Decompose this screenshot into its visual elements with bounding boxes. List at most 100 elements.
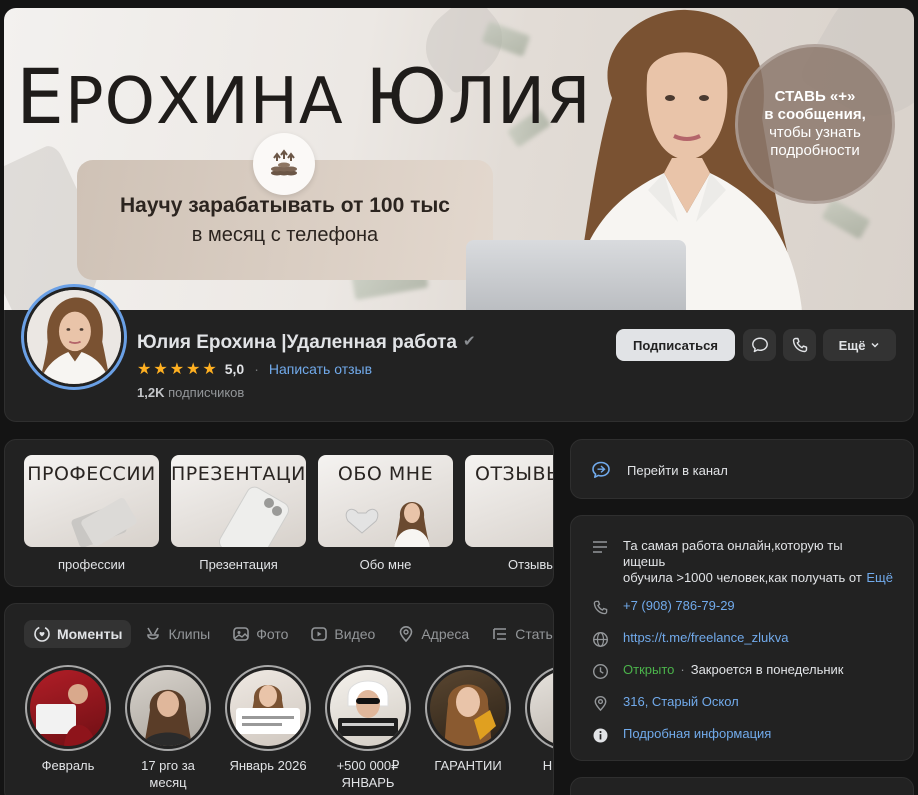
- menu-thumbnail: ОТЗЫВЫ: [465, 455, 553, 547]
- website-link[interactable]: https://t.me/freelance_zlukva: [623, 630, 788, 646]
- more-button-label: Ещё: [838, 337, 866, 353]
- cover-title-initial: Е: [16, 52, 66, 141]
- story-item[interactable]: Январь 2026: [225, 665, 311, 774]
- menu-item-label: профессии: [58, 557, 125, 572]
- story-image: [36, 684, 96, 746]
- story-item[interactable]: Февраль: [25, 665, 111, 774]
- profile-name-text: Юлия Ерохина |Удаленная работа: [137, 332, 457, 353]
- tab-addresses[interactable]: Адреса: [388, 620, 478, 648]
- subscribers-count[interactable]: 1,2K подписчиков: [137, 385, 244, 400]
- story-thumbnail: [330, 670, 406, 746]
- star-icon: ★: [137, 361, 152, 378]
- cover-title: ЕРОХИНА ЮЛИЯ: [16, 52, 592, 141]
- phone-icon: [591, 598, 609, 616]
- menu-thumb-image: [71, 497, 137, 547]
- star-icon: ★: [153, 361, 168, 378]
- chevron-down-icon: [871, 342, 879, 348]
- location-icon: [591, 694, 609, 712]
- cta-line: в сообщения,: [764, 106, 866, 123]
- content-tabs: Моменты Клипы Фото Видео Адреса Статьи: [24, 620, 553, 648]
- check-icon: ✔: [462, 333, 476, 350]
- menu-thumb-image: [219, 486, 289, 547]
- address-row[interactable]: 316, Старый Оскол: [591, 694, 739, 712]
- menu-item-label: Презентация: [199, 557, 278, 572]
- description-line: Та самая работа онлайн,которую ты: [623, 538, 843, 553]
- tab-label: Статьи: [515, 626, 553, 642]
- story-label: 17 рго за месяц: [141, 758, 195, 790]
- cta-line: СТАВЬ «+»: [774, 88, 856, 105]
- channel-card[interactable]: Перейти в канал: [570, 439, 914, 499]
- menu-item-reviews[interactable]: ОТЗЫВЫ Отзывы: [465, 455, 554, 572]
- tab-photo[interactable]: Фото: [223, 620, 297, 648]
- rating-value: 5,0: [224, 361, 245, 377]
- rating-row: ★ ★ ★ ★ ★ 5,0 · Написать отзыв: [137, 359, 372, 379]
- subscribe-button[interactable]: Подписаться: [616, 329, 735, 361]
- community-page: ЕРОХИНА ЮЛИЯ Научу зарабатывать от 100 т…: [0, 0, 918, 795]
- star-icon: ★: [202, 361, 217, 378]
- menu-item-presentation[interactable]: ПРЕЗЕНТАЦИЯ Презентация: [171, 455, 306, 572]
- write-review-link[interactable]: Написать отзыв: [269, 361, 372, 377]
- message-button[interactable]: [743, 329, 776, 361]
- menu-item-label: Обо мне: [359, 557, 412, 572]
- menu-thumb-title: ОТЗЫВЫ: [475, 463, 553, 485]
- articles-icon: [493, 628, 507, 640]
- channel-label: Перейти в канал: [627, 462, 728, 478]
- menu-item-professions[interactable]: ПРОФЕССИИ профессии: [24, 455, 159, 572]
- details-row[interactable]: Подробная информация: [591, 726, 771, 744]
- subscribers-number: 1,2K: [137, 385, 165, 400]
- globe-icon: [591, 630, 609, 648]
- story-thumbnail: [430, 670, 506, 746]
- story-label: Февраль: [41, 758, 95, 773]
- tab-clips[interactable]: Клипы: [135, 620, 219, 648]
- story-item[interactable]: 17 рго за месяц: [125, 665, 211, 791]
- story-image: [338, 680, 398, 736]
- call-button[interactable]: [783, 329, 816, 361]
- description-line: обучила >1000 человек,как получать от: [623, 570, 862, 585]
- more-button[interactable]: Ещё: [823, 329, 896, 361]
- menu-item-about[interactable]: ОБО МНЕ Обо мне: [318, 455, 453, 572]
- story-label: Н... же...: [542, 758, 553, 773]
- moments-icon: [34, 626, 50, 642]
- menu-thumbnail: ПРОФЕССИИ: [24, 455, 159, 547]
- description-line: ищешь: [623, 554, 666, 569]
- cta-line: чтобы узнать: [769, 124, 861, 141]
- message-icon: [751, 337, 768, 353]
- video-icon: [311, 627, 328, 641]
- cta-line: подробности: [770, 142, 860, 159]
- tab-label: Адреса: [421, 626, 470, 642]
- phone-link[interactable]: +7 (908) 786-79-29: [623, 598, 735, 614]
- menu-item-label: Отзывы: [508, 557, 554, 572]
- profile-name: Юлия Ерохина |Удаленная работа ✔: [137, 332, 476, 354]
- story-item[interactable]: Н... же...: [525, 665, 553, 774]
- separator-dot: ·: [680, 662, 685, 677]
- description-more-link[interactable]: Ещё: [862, 570, 893, 586]
- subscribers-label: подписчиков: [168, 385, 245, 400]
- phone-row[interactable]: +7 (908) 786-79-29: [591, 598, 735, 616]
- story-label: ГАРАНТИИ: [434, 758, 502, 773]
- tab-moments[interactable]: Моменты: [24, 620, 132, 648]
- go-to-channel[interactable]: Перейти в канал: [591, 460, 728, 480]
- description-row: Та самая работа онлайн,которую ты ищешь …: [591, 538, 893, 586]
- menu-thumbnail: ПРЕЗЕНТАЦИЯ: [171, 455, 306, 547]
- content-tabs-section: Моменты Клипы Фото Видео Адреса Статьи: [4, 603, 554, 795]
- description-text: Та самая работа онлайн,которую ты ищешь …: [623, 538, 893, 586]
- cover-title-initial: Ю: [364, 52, 449, 141]
- community-menu: ПРОФЕССИИ профессии ПРЕЗЕНТАЦИЯ Презента…: [4, 439, 554, 587]
- avatar[interactable]: [21, 284, 127, 390]
- story-item[interactable]: ГАРАНТИИ: [425, 665, 511, 774]
- promo-line: Научу зарабатывать от 100 тыс: [120, 194, 450, 217]
- cover-title-part: РОХИНА: [65, 65, 365, 139]
- channel-icon: [592, 461, 610, 478]
- menu-thumb-title: ПРЕЗЕНТАЦИЯ: [171, 463, 306, 485]
- profile-header: Юлия Ерохина |Удаленная работа ✔ ★ ★ ★ ★ …: [4, 284, 914, 422]
- hours-row[interactable]: Открыто · Закроется в понедельник: [591, 662, 844, 680]
- cover-banner[interactable]: ЕРОХИНА ЮЛИЯ Научу зарабатывать от 100 т…: [4, 8, 914, 310]
- tab-articles[interactable]: Статьи: [482, 620, 553, 648]
- phone-icon: [792, 337, 807, 353]
- status-close: Закроется в понедельник: [690, 662, 844, 677]
- address-link[interactable]: 316, Старый Оскол: [623, 694, 739, 710]
- website-row[interactable]: https://t.me/freelance_zlukva: [591, 630, 788, 648]
- details-link[interactable]: Подробная информация: [623, 726, 771, 742]
- tab-video[interactable]: Видео: [301, 620, 384, 648]
- story-item[interactable]: +500 000₽ ЯНВАРЬ: [325, 665, 411, 791]
